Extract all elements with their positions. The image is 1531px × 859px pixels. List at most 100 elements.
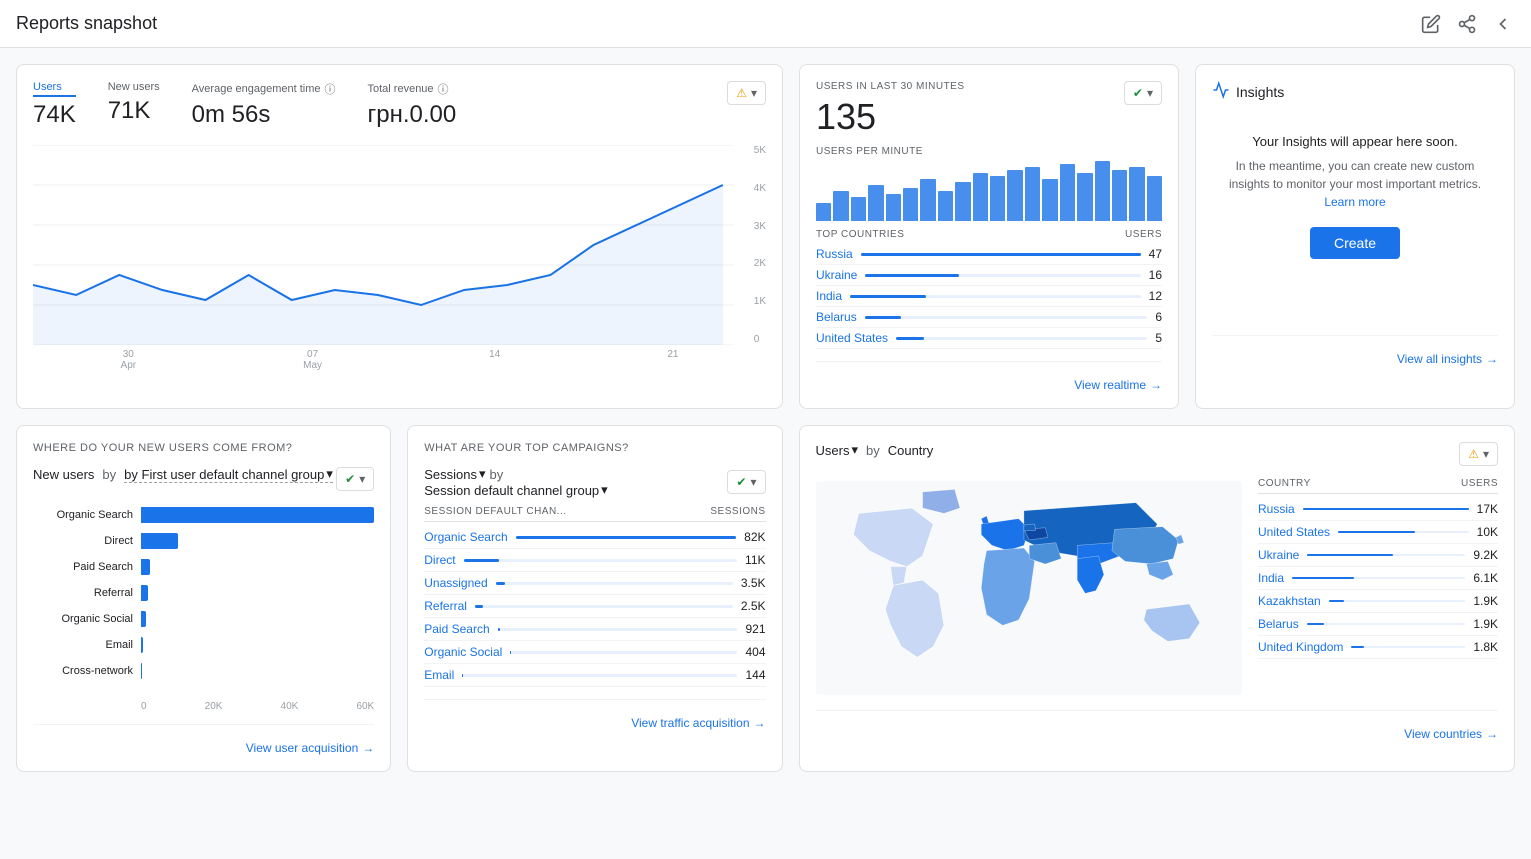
view-realtime-link[interactable]: View realtime → <box>1074 378 1162 392</box>
campaign-value: 404 <box>745 645 765 659</box>
geo-metric[interactable]: Users ▾ <box>816 442 858 458</box>
geo-filter-button[interactable]: ⚠ ▾ <box>1459 442 1498 466</box>
hbar-track <box>141 507 374 523</box>
camp-bar <box>510 651 511 654</box>
insights-card: Insights Your Insights will appear here … <box>1195 64 1515 409</box>
realtime-filter-button[interactable]: ✔ ▾ <box>1124 81 1162 105</box>
geo-sub-header: Users ▾ by Country <box>816 442 934 458</box>
campaign-name[interactable]: Unassigned <box>424 576 487 590</box>
learn-more-link[interactable]: Learn more <box>1324 195 1385 209</box>
country-bar-wrap <box>865 316 1148 319</box>
country-count: 6 <box>1155 310 1162 324</box>
users-value: 74K <box>33 101 76 129</box>
campaign-name[interactable]: Email <box>424 668 454 682</box>
create-insights-button[interactable]: Create <box>1310 227 1400 259</box>
world-map-svg <box>816 478 1243 698</box>
campaigns-table-header: SESSION DEFAULT CHAN... SESSIONS <box>424 506 765 522</box>
warning-icon: ⚠ <box>736 86 747 100</box>
country-name[interactable]: India <box>816 289 842 303</box>
geo-country-row: Russia 17K <box>1258 498 1498 521</box>
campaigns-section-label: WHAT ARE YOUR TOP CAMPAIGNS? <box>424 442 765 454</box>
view-all-insights-link[interactable]: View all insights → <box>1397 352 1498 366</box>
acquisition-section-label: WHERE DO YOUR NEW USERS COME FROM? <box>33 442 374 454</box>
country-bar-wrap <box>865 274 1140 277</box>
country-row: United States 5 <box>816 328 1162 349</box>
geo-bar-wrap <box>1307 554 1465 556</box>
bar-3 <box>851 197 866 221</box>
more-icon[interactable] <box>1491 12 1515 36</box>
country-row: India 12 <box>816 286 1162 307</box>
campaign-name[interactable]: Referral <box>424 599 467 613</box>
hbar-track <box>141 533 374 549</box>
geo-country-name[interactable]: India <box>1258 571 1284 585</box>
geo-dimension[interactable]: Country <box>888 443 934 458</box>
bar-17 <box>1095 161 1110 221</box>
view-countries-link[interactable]: View countries → <box>1404 727 1498 741</box>
users-label[interactable]: Users <box>33 81 76 97</box>
row-1: Users 74K New users 71K Average engageme… <box>16 64 1515 409</box>
geo-country-name[interactable]: United States <box>1258 525 1330 539</box>
bar-7 <box>920 179 935 221</box>
geo-country-name[interactable]: United Kingdom <box>1258 640 1343 654</box>
edit-icon[interactable] <box>1419 12 1443 36</box>
check-icon: ✔ <box>1133 86 1143 100</box>
campaigns-dimension[interactable]: Session default channel group ▾ <box>424 482 607 498</box>
main-metrics-card: Users 74K New users 71K Average engageme… <box>16 64 783 409</box>
campaign-name[interactable]: Organic Search <box>424 530 507 544</box>
geo-country-name[interactable]: Ukraine <box>1258 548 1299 562</box>
bar-9 <box>955 182 970 221</box>
campaigns-metric[interactable]: Sessions ▾ <box>424 466 485 482</box>
campaigns-filter-button[interactable]: ✔ ▾ <box>727 470 765 494</box>
geo-country-row: India 6.1K <box>1258 567 1498 590</box>
x-label-4: 21 <box>667 349 678 371</box>
geo-bar-wrap <box>1303 508 1469 510</box>
acquisition-x-axis: 0 20K 40K 60K <box>33 701 374 712</box>
geo-country-name[interactable]: Kazakhstan <box>1258 594 1321 608</box>
bar-15 <box>1060 164 1075 221</box>
campaign-name[interactable]: Organic Social <box>424 645 502 659</box>
x-label-2: 07May <box>303 349 322 371</box>
geo-value: 1.9K <box>1473 594 1498 608</box>
acquisition-dimension[interactable]: by First user default channel group ▾ <box>124 466 333 483</box>
geo-value: 17K <box>1477 502 1498 516</box>
campaign-row: Direct 11K <box>424 549 765 572</box>
y-axis-labels: 5K 4K 3K 2K 1K 0 <box>754 145 766 345</box>
country-name[interactable]: United States <box>816 331 888 345</box>
acquisition-metric[interactable]: New users <box>33 467 94 482</box>
acquisition-bar-row: Referral <box>33 585 374 601</box>
country-name[interactable]: Belarus <box>816 310 857 324</box>
metrics-row: Users 74K New users 71K Average engageme… <box>33 81 456 129</box>
country-name[interactable]: Russia <box>816 247 853 261</box>
view-traffic-link[interactable]: View traffic acquisition → <box>631 716 765 730</box>
countries-table-header: TOP COUNTRIES USERS <box>816 229 1162 240</box>
line-chart: 5K 4K 3K 2K 1K 0 <box>33 145 766 345</box>
share-icon[interactable] <box>1455 12 1479 36</box>
country-name[interactable]: Ukraine <box>816 268 857 282</box>
geo-country-name[interactable]: Russia <box>1258 502 1295 516</box>
insights-title-text: Insights <box>1236 84 1284 100</box>
hbar-track <box>141 585 374 601</box>
camp-bar <box>496 582 505 585</box>
geo-bar <box>1351 646 1364 648</box>
bar-6 <box>903 188 918 221</box>
geo-country-name[interactable]: Belarus <box>1258 617 1299 631</box>
campaign-name[interactable]: Paid Search <box>424 622 489 636</box>
campaign-value: 144 <box>745 668 765 682</box>
arrow-right-icon: → <box>1486 352 1498 366</box>
campaign-name[interactable]: Direct <box>424 553 455 567</box>
geo-footer: View countries → <box>816 710 1499 741</box>
dropdown-arrow-icon: ▾ <box>750 475 756 489</box>
view-acquisition-link[interactable]: View user acquisition → <box>246 741 375 755</box>
hbar-fill <box>141 637 143 653</box>
geo-value: 6.1K <box>1473 571 1498 585</box>
acquisition-bar-row: Cross-network <box>33 663 374 679</box>
help-icon[interactable]: ⓘ <box>325 81 336 97</box>
acquisition-filter-button[interactable]: ✔ ▾ <box>336 467 374 491</box>
realtime-value: 135 <box>816 96 965 138</box>
x-label-1: 30Apr <box>121 349 137 371</box>
revenue-help-icon[interactable]: ⓘ <box>438 81 449 97</box>
bar-4 <box>868 185 883 221</box>
users-per-minute-label: USERS PER MINUTE <box>816 146 1162 157</box>
geo-bar-wrap <box>1307 623 1466 625</box>
metrics-filter-button[interactable]: ⚠ ▾ <box>727 81 766 105</box>
